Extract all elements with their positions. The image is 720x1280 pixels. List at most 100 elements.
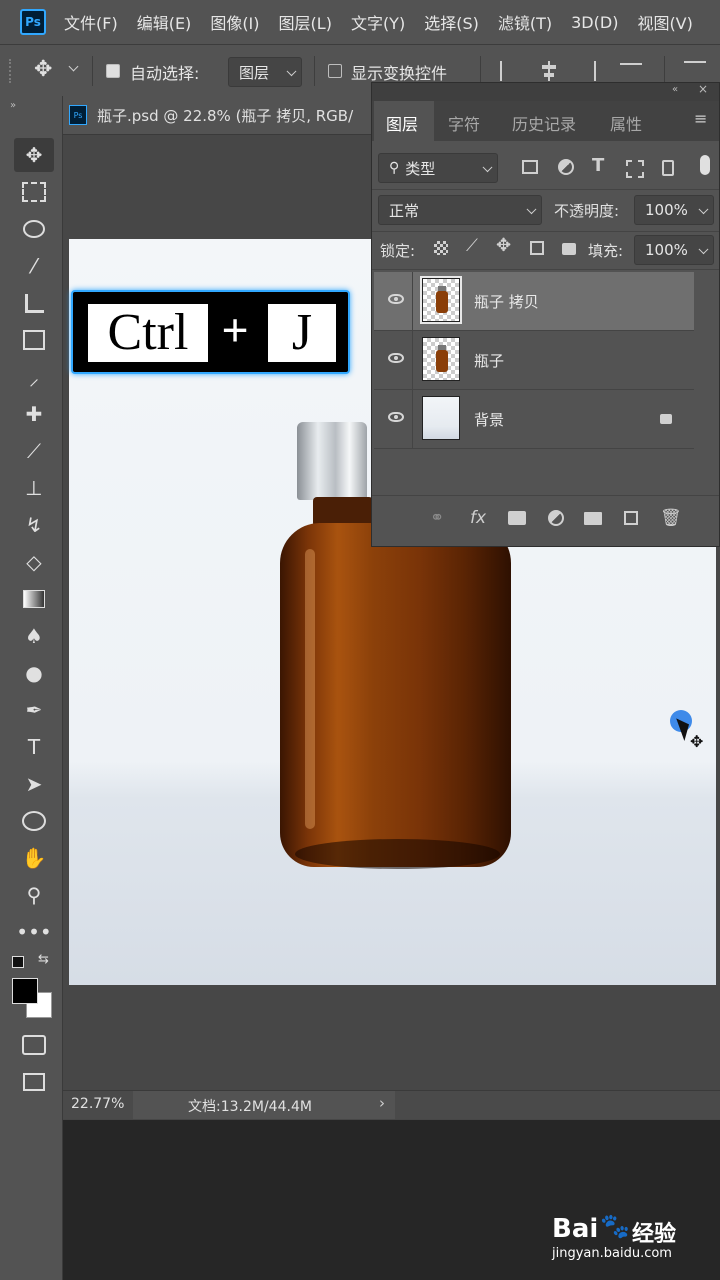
fx-icon[interactable]: fx bbox=[470, 508, 486, 528]
menu-type[interactable]: 文字(Y) bbox=[351, 10, 405, 34]
menu-select[interactable]: 选择(S) bbox=[424, 10, 479, 34]
move-tool-preset-icon[interactable]: ✥ bbox=[34, 57, 52, 82]
align-top-icon[interactable] bbox=[620, 63, 642, 83]
options-grip[interactable] bbox=[9, 59, 15, 83]
filter-shape-icon[interactable] bbox=[626, 160, 644, 178]
menu-file[interactable]: 文件(F) bbox=[64, 10, 118, 34]
filter-smart-object-icon[interactable] bbox=[662, 160, 674, 176]
visibility-eye-icon[interactable] bbox=[388, 294, 404, 304]
options-separator bbox=[92, 56, 93, 86]
move-tool-icon[interactable]: ✥ bbox=[14, 138, 54, 172]
tab-layers[interactable]: 图层 bbox=[386, 111, 418, 135]
menu-3d[interactable]: 3D(D) bbox=[571, 13, 618, 32]
key-j: J bbox=[268, 304, 336, 362]
tab-properties[interactable]: 属性 bbox=[610, 111, 642, 135]
key-ctrl: Ctrl bbox=[88, 304, 208, 362]
marquee-tool-icon[interactable] bbox=[14, 175, 54, 209]
frame-tool-icon[interactable] bbox=[14, 323, 54, 357]
healing-brush-icon[interactable]: ✚ bbox=[14, 397, 54, 431]
path-selection-icon[interactable]: ➤ bbox=[14, 767, 54, 801]
lasso-tool-icon[interactable] bbox=[14, 212, 54, 246]
document-tab[interactable]: Ps 瓶子.psd @ 22.8% (瓶子 拷贝, RGB/ bbox=[63, 96, 383, 135]
lock-artboard-icon[interactable] bbox=[530, 241, 544, 255]
filter-type-icon[interactable]: T bbox=[592, 155, 604, 176]
history-brush-icon[interactable]: ↯ bbox=[14, 508, 54, 542]
filter-pixel-icon[interactable] bbox=[522, 160, 538, 174]
layer-row-bottle[interactable]: 瓶子 bbox=[374, 331, 694, 390]
bottle-cap bbox=[297, 422, 367, 500]
align-right-icon[interactable] bbox=[576, 61, 596, 81]
zoom-tool-icon[interactable]: ⚲ bbox=[14, 878, 54, 912]
layer-name: 瓶子 拷贝 bbox=[474, 293, 539, 311]
default-colors-icon[interactable] bbox=[12, 956, 24, 968]
type-tool-icon[interactable]: T bbox=[14, 730, 54, 764]
align-left-icon[interactable] bbox=[500, 61, 522, 81]
auto-select-checkbox[interactable] bbox=[106, 64, 120, 78]
distribute-icon[interactable] bbox=[684, 61, 706, 83]
magic-wand-icon[interactable]: ⁄ bbox=[14, 249, 54, 283]
foreground-color-swatch[interactable] bbox=[12, 978, 38, 1004]
chevron-down-icon bbox=[526, 204, 537, 215]
eraser-icon[interactable]: ◇ bbox=[14, 545, 54, 579]
menu-image[interactable]: 图像(I) bbox=[210, 10, 259, 34]
panel-menu-icon[interactable]: ≡ bbox=[694, 109, 707, 128]
lock-all-icon[interactable] bbox=[562, 243, 576, 255]
blend-mode-value: 正常 bbox=[389, 201, 420, 220]
brush-tool-icon[interactable]: ⟋ bbox=[14, 434, 54, 468]
screen-mode-icon[interactable] bbox=[14, 1065, 54, 1099]
blur-tool-icon[interactable]: ♠ bbox=[14, 619, 54, 653]
collapse-arrows-icon[interactable]: » bbox=[10, 100, 16, 111]
align-center-icon[interactable] bbox=[540, 61, 558, 81]
layer-filter-dropdown[interactable]: ⚲ 类型 bbox=[378, 153, 498, 183]
dodge-tool-icon[interactable]: ● bbox=[14, 656, 54, 690]
chevron-right-icon[interactable]: › bbox=[379, 1094, 385, 1112]
tab-character[interactable]: 字符 bbox=[448, 111, 480, 135]
menu-layer[interactable]: 图层(L) bbox=[279, 10, 332, 34]
quick-mask-icon[interactable] bbox=[14, 1028, 54, 1062]
pen-tool-icon[interactable]: ✒ bbox=[14, 693, 54, 727]
opacity-value: 100% bbox=[645, 201, 688, 219]
add-mask-icon[interactable] bbox=[508, 511, 526, 525]
panel-header[interactable]: « × bbox=[372, 82, 719, 101]
visibility-eye-icon[interactable] bbox=[388, 412, 404, 422]
menu-edit[interactable]: 编辑(E) bbox=[137, 10, 192, 34]
auto-select-target-dropdown[interactable]: 图层 bbox=[228, 57, 302, 87]
menu-view[interactable]: 视图(V) bbox=[637, 10, 692, 34]
show-transform-checkbox[interactable] bbox=[328, 64, 342, 78]
layer-row-background[interactable]: 背景 bbox=[374, 390, 694, 449]
new-layer-icon[interactable] bbox=[624, 511, 638, 525]
crop-tool-icon[interactable] bbox=[14, 286, 54, 320]
new-adjustment-layer-icon[interactable] bbox=[548, 510, 564, 526]
visibility-eye-icon[interactable] bbox=[388, 353, 404, 363]
swap-colors-icon[interactable]: ⇆ bbox=[38, 952, 49, 967]
lock-pixels-icon[interactable]: ⟋ bbox=[466, 236, 478, 256]
clone-stamp-icon[interactable]: ⊥ bbox=[14, 471, 54, 505]
link-layers-icon[interactable]: ⚭ bbox=[430, 508, 444, 528]
divider bbox=[372, 231, 719, 232]
eyedropper-icon[interactable]: ⸝ bbox=[14, 360, 54, 394]
opacity-field[interactable]: 100% bbox=[634, 195, 714, 225]
menu-filter[interactable]: 滤镜(T) bbox=[498, 10, 552, 34]
more-tools-icon[interactable]: ••• bbox=[14, 915, 54, 949]
ellipse-tool-icon[interactable] bbox=[14, 804, 54, 838]
zoom-level[interactable]: 22.77% bbox=[71, 1096, 124, 1112]
filter-adjustment-icon[interactable] bbox=[558, 159, 574, 175]
fill-value: 100% bbox=[645, 241, 688, 259]
gradient-tool-icon[interactable] bbox=[14, 582, 54, 616]
doc-size: 文档:13.2M/44.4M bbox=[188, 1099, 312, 1115]
filter-toggle[interactable] bbox=[700, 155, 710, 175]
delete-layer-icon[interactable]: 🗑 bbox=[660, 508, 682, 528]
lock-position-icon[interactable]: ✥ bbox=[496, 235, 511, 256]
chevron-down-icon[interactable] bbox=[68, 61, 79, 72]
collapse-arrows-icon[interactable]: « bbox=[672, 84, 678, 95]
layer-thumbnail bbox=[422, 396, 460, 440]
hand-tool-icon[interactable]: ✋ bbox=[14, 841, 54, 875]
new-group-icon[interactable] bbox=[584, 512, 602, 525]
photoshop-logo[interactable]: Ps bbox=[20, 9, 46, 35]
fill-field[interactable]: 100% bbox=[634, 235, 714, 265]
close-icon[interactable]: × bbox=[698, 82, 708, 96]
lock-transparent-icon[interactable] bbox=[434, 241, 448, 255]
tab-history[interactable]: 历史记录 bbox=[512, 111, 576, 135]
blend-mode-dropdown[interactable]: 正常 bbox=[378, 195, 542, 225]
layer-row-bottle-copy[interactable]: 瓶子 拷贝 bbox=[374, 272, 694, 331]
